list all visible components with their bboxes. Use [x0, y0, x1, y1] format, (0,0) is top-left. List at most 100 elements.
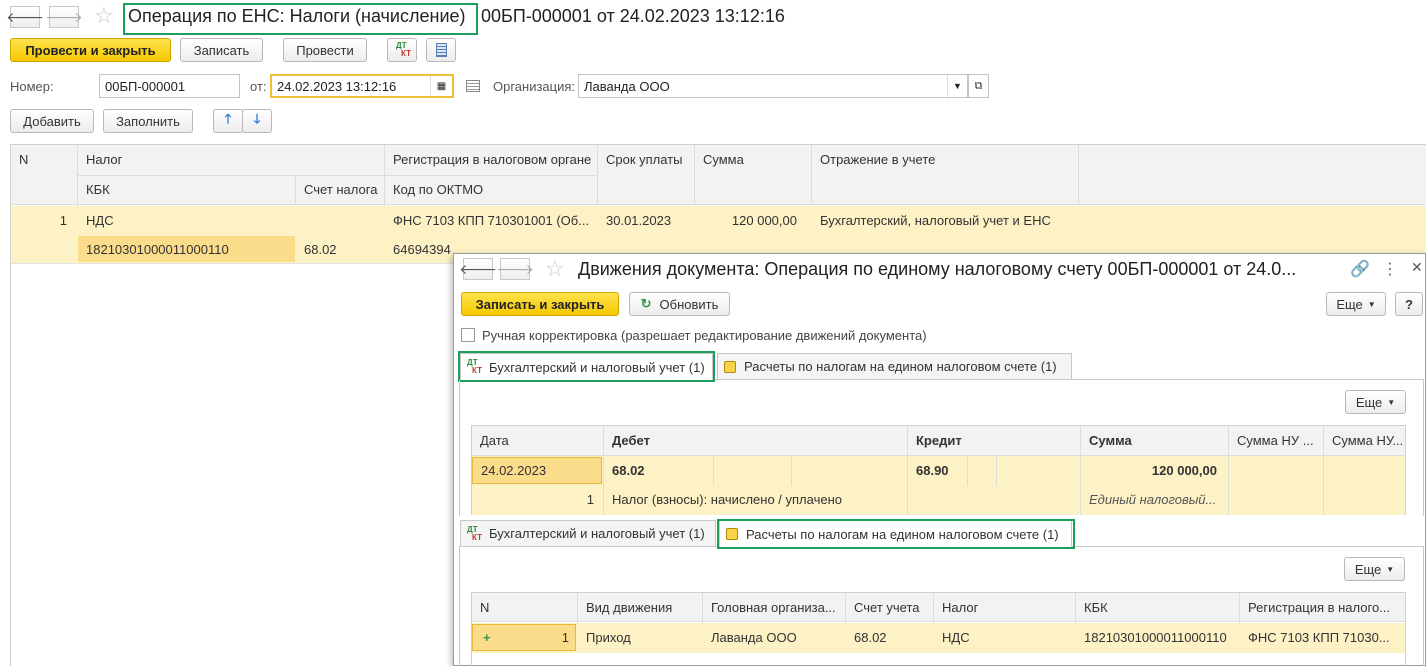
forward-button[interactable]: 🡒: [45, 6, 83, 28]
fill-button[interactable]: Заполнить: [103, 109, 193, 133]
col-tax[interactable]: Налог: [934, 593, 1075, 621]
row-reflection[interactable]: Бухгалтерский, налоговый учет и ЕНС: [812, 207, 1078, 234]
col-oktmo[interactable]: Код по ОКТМО: [385, 175, 597, 203]
plus-icon: +: [483, 630, 491, 645]
col-registration[interactable]: Регистрация в налого...: [1240, 593, 1405, 621]
col-date[interactable]: Дата: [472, 426, 603, 454]
organization-input[interactable]: Лаванда ООО ▼: [578, 74, 968, 98]
row-kind[interactable]: Приход: [578, 624, 702, 651]
col-sum-nu-1[interactable]: Сумма НУ ...: [1229, 426, 1323, 454]
date-input[interactable]: 24.02.2023 13:12:16 ▦: [270, 74, 454, 98]
manual-correction-label: Ручная корректировка (разрешает редактир…: [482, 328, 927, 343]
arrow-left-icon: 🡐: [6, 8, 44, 25]
star-icon[interactable]: ☆: [94, 3, 114, 29]
close-icon[interactable]: ✕: [1411, 259, 1423, 276]
dialog-title: Движения документа: Операция по единому …: [578, 259, 1297, 279]
organization-label: Организация:: [493, 79, 576, 94]
back-button[interactable]: 🡐: [6, 6, 44, 28]
row-tax-account[interactable]: 68.02: [296, 236, 384, 262]
col-kbk[interactable]: КБК: [78, 175, 295, 203]
row-debit[interactable]: 68.02: [604, 457, 712, 484]
ledger-icon: [724, 360, 736, 373]
dialog-more-button[interactable]: Еще ▼: [1326, 292, 1386, 316]
post-and-close-button[interactable]: Провести и закрыть: [10, 38, 171, 62]
save-and-close-button[interactable]: Записать и закрыть: [461, 292, 619, 316]
row-oktmo[interactable]: 64694394: [385, 236, 455, 262]
chevron-down-icon[interactable]: ▼: [947, 75, 967, 97]
col-n[interactable]: N: [472, 593, 577, 621]
ens-more-button[interactable]: Еще ▼: [1344, 557, 1405, 581]
row-kbk[interactable]: 18210301000011000110: [78, 236, 295, 262]
tab-accounting[interactable]: ДТ КТ Бухгалтерский и налоговый учет (1): [460, 353, 713, 380]
col-registration[interactable]: Регистрация в налоговом органе: [385, 145, 597, 173]
col-sum[interactable]: Сумма: [695, 145, 811, 173]
tab-ens-label: Расчеты по налогам на едином налоговом с…: [746, 526, 1059, 542]
row-n: 1: [59, 213, 67, 228]
refresh-button[interactable]: ↻ Обновить: [629, 292, 730, 316]
row-kbk[interactable]: 18210301000011000110: [1076, 624, 1239, 651]
col-reflection[interactable]: Отражение в учете: [812, 145, 1078, 173]
date-value: 24.02.2023 13:12:16: [277, 78, 397, 94]
accounting-more-button[interactable]: Еще ▼: [1345, 390, 1406, 414]
number-input[interactable]: 00БП-000001: [99, 74, 240, 98]
arrow-right-icon: 🡒: [45, 8, 83, 25]
dialog-back-button[interactable]: 🡐: [459, 258, 497, 280]
row-tax[interactable]: НДС: [934, 624, 1075, 651]
link-icon[interactable]: 🔗: [1350, 259, 1370, 279]
row-date[interactable]: 24.02.2023: [472, 457, 602, 484]
row-n: 1: [586, 492, 594, 507]
more-vertical-icon[interactable]: ⋮: [1382, 259, 1398, 279]
report-icon: [435, 43, 447, 57]
row-n-cell[interactable]: + 1: [472, 624, 576, 651]
help-button[interactable]: ?: [1395, 292, 1423, 316]
row-head-org[interactable]: Лаванда ООО: [703, 624, 845, 651]
add-button[interactable]: Добавить: [10, 109, 94, 133]
history-icon[interactable]: [466, 80, 480, 92]
col-n[interactable]: N: [11, 145, 77, 173]
chevron-down-icon: ▼: [1387, 397, 1396, 407]
post-button[interactable]: Провести: [283, 38, 367, 62]
col-sum[interactable]: Сумма: [1081, 426, 1228, 454]
row-tax[interactable]: НДС: [78, 207, 384, 234]
dt-kt-button[interactable]: ДТ КТ: [387, 38, 417, 62]
col-kbk[interactable]: КБК: [1076, 593, 1239, 621]
row-credit[interactable]: 68.90: [908, 457, 966, 484]
tab-ens-label: Расчеты по налогам на едином налоговом с…: [744, 359, 1057, 374]
col-sum-nu-2[interactable]: Сумма НУ...: [1324, 426, 1405, 454]
open-organization-button[interactable]: ⧉: [968, 74, 989, 98]
move-down-button[interactable]: 🡓: [242, 109, 272, 133]
row-due-date[interactable]: 30.01.2023: [598, 207, 694, 234]
col-debit[interactable]: Дебет: [604, 426, 907, 454]
date-label: от:: [250, 79, 267, 94]
col-kind[interactable]: Вид движения: [578, 593, 702, 621]
tab-ens-2[interactable]: Расчеты по налогам на едином налоговом с…: [719, 520, 1072, 547]
chevron-down-icon: ▼: [1386, 564, 1395, 574]
col-credit[interactable]: Кредит: [908, 426, 1080, 454]
row-sum[interactable]: 120 000,00: [695, 207, 805, 234]
row-registration[interactable]: ФНС 7103 КПП 710301001 (Об...: [385, 207, 597, 234]
row-registration[interactable]: ФНС 7103 КПП 71030...: [1240, 624, 1405, 651]
tab-accounting-2[interactable]: ДТ КТ Бухгалтерский и налоговый учет (1): [460, 520, 716, 546]
dialog-forward-button[interactable]: 🡒: [496, 258, 534, 280]
row-content[interactable]: Налог (взносы): начислено / уплачено: [604, 486, 907, 513]
move-up-button[interactable]: 🡑: [213, 109, 243, 133]
tab-ens[interactable]: Расчеты по налогам на едином налоговом с…: [717, 353, 1072, 379]
col-head-org[interactable]: Головная организа...: [703, 593, 845, 621]
manual-correction-checkbox[interactable]: [461, 328, 475, 342]
save-button[interactable]: Записать: [180, 38, 263, 62]
col-tax-account[interactable]: Счет налога: [296, 175, 384, 203]
dt-kt-icon: ДТ КТ: [467, 358, 482, 375]
row-sum-desc[interactable]: Единый налоговый...: [1081, 486, 1228, 513]
arrow-left-icon: 🡐: [459, 260, 497, 277]
row-account[interactable]: 68.02: [846, 624, 933, 651]
row-sum[interactable]: 120 000,00: [1081, 457, 1223, 484]
number-label: Номер:: [10, 79, 54, 94]
tab-accounting-label: Бухгалтерский и налоговый учет (1): [489, 359, 705, 375]
star-icon[interactable]: ☆: [545, 256, 565, 282]
col-tax[interactable]: Налог: [78, 145, 384, 173]
report-button[interactable]: [426, 38, 456, 62]
col-due-date[interactable]: Срок уплаты: [598, 145, 694, 173]
col-account[interactable]: Счет учета: [846, 593, 933, 621]
calendar-icon[interactable]: ▦: [430, 76, 452, 96]
ledger-icon: [726, 528, 738, 540]
